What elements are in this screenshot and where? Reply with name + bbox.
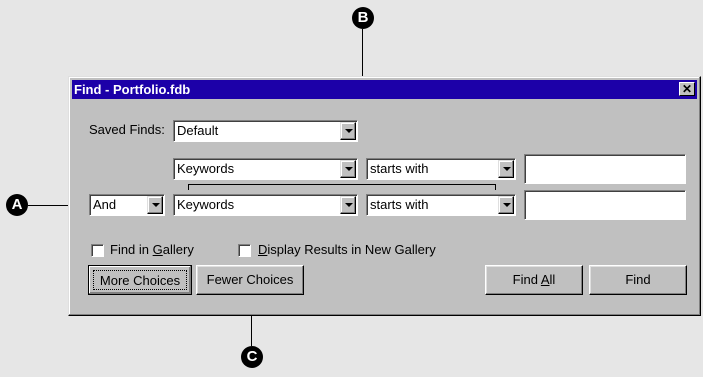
row1-operator-select[interactable]: starts with [366, 158, 516, 180]
callout-b: B [352, 7, 374, 29]
find-in-gallery-label[interactable]: Find in Gallery [110, 242, 194, 258]
find-in-gallery-checkbox[interactable] [91, 244, 104, 257]
row2-field-select[interactable]: Keywords [173, 194, 358, 216]
find-all-label-pre: Find [512, 272, 541, 287]
row2-connector-value: And [93, 197, 117, 212]
display-results-label-post: isplay Results in New Gallery [267, 242, 436, 257]
chevron-down-icon[interactable] [340, 160, 356, 178]
saved-finds-value: Default [177, 123, 219, 138]
display-results-label[interactable]: Display Results in New Gallery [258, 242, 436, 258]
find-all-button[interactable]: Find All [485, 265, 583, 295]
find-all-label-post: ll [549, 272, 556, 287]
chevron-down-icon[interactable] [340, 196, 356, 214]
dialog-titlebar: Find - Portfolio.fdb ✕ [72, 80, 697, 99]
find-dialog: Find - Portfolio.fdb ✕ Saved Finds: Defa… [68, 76, 701, 316]
row1-value-input[interactable] [524, 154, 686, 184]
callout-a: A [6, 194, 28, 216]
more-choices-label: More Choices [93, 270, 187, 290]
row-group-bracket [188, 184, 495, 185]
find-button[interactable]: Find [589, 265, 687, 295]
row2-value-input[interactable] [524, 190, 686, 220]
row2-field-value: Keywords [177, 197, 235, 212]
row1-field-select[interactable]: Keywords [173, 158, 358, 180]
display-results-label-key: D [258, 242, 268, 257]
chevron-down-icon[interactable] [340, 122, 356, 140]
saved-finds-label: Saved Finds: [89, 122, 165, 137]
display-results-checkbox[interactable] [238, 244, 251, 257]
row2-connector-select[interactable]: And [89, 194, 165, 216]
saved-finds-select[interactable]: Default [173, 120, 358, 142]
row2-operator-value: starts with [370, 197, 429, 212]
chevron-down-icon[interactable] [498, 160, 514, 178]
dialog-title: Find - Portfolio.fdb [74, 82, 191, 97]
find-in-gallery-label-key: G [152, 242, 163, 257]
more-choices-button[interactable]: More Choices [88, 265, 192, 295]
row1-operator-value: starts with [370, 161, 429, 176]
row-group-bracket-right [495, 184, 496, 190]
row2-operator-select[interactable]: starts with [366, 194, 516, 216]
callout-c: C [241, 346, 263, 368]
close-icon[interactable]: ✕ [679, 82, 695, 96]
row1-field-value: Keywords [177, 161, 235, 176]
find-all-label-key: A [540, 272, 550, 287]
find-in-gallery-label-pre: Find in [110, 242, 153, 257]
fewer-choices-button[interactable]: Fewer Choices [196, 265, 304, 295]
find-in-gallery-label-post: allery [162, 242, 194, 257]
chevron-down-icon[interactable] [147, 196, 163, 214]
chevron-down-icon[interactable] [498, 196, 514, 214]
row-group-bracket-left [188, 184, 189, 190]
